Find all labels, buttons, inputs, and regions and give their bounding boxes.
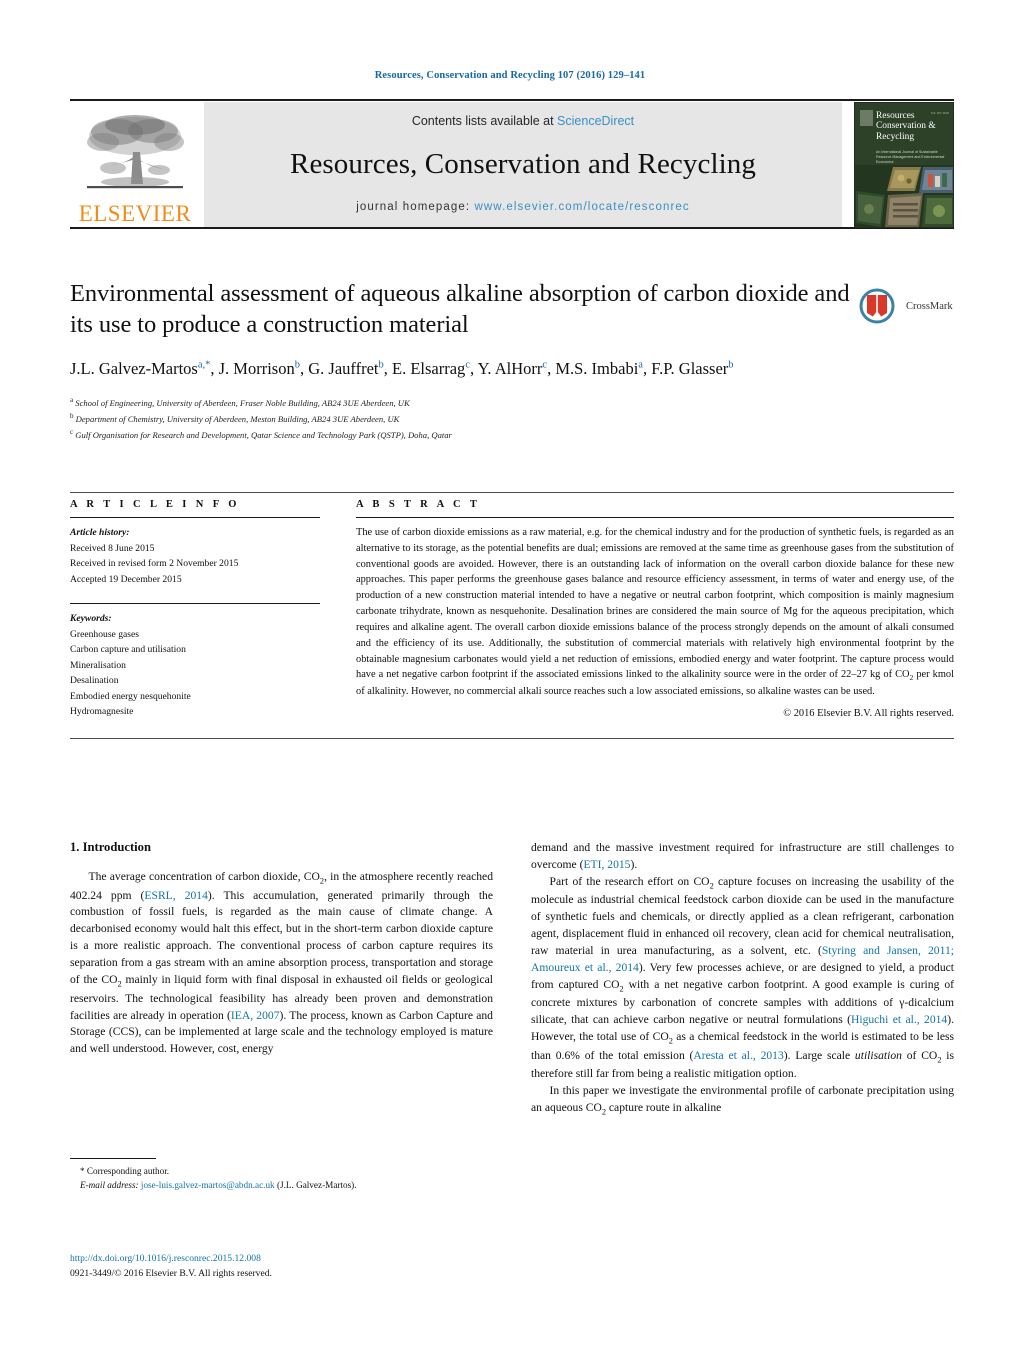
cover-art: Vol 107 2016 Resources Conservation & Re… <box>854 101 954 228</box>
journal-title: Resources, Conservation and Recycling <box>290 148 756 180</box>
doi-link[interactable]: http://dx.doi.org/10.1016/j.resconrec.20… <box>70 1253 261 1264</box>
history-item: Accepted 19 December 2015 <box>70 573 182 585</box>
body-columns: 1. Introduction The average concentratio… <box>70 840 954 1119</box>
cover-title-line-3: Recycling <box>876 131 915 142</box>
affiliation-marker: c <box>70 428 74 437</box>
cover-title: Resources Conservation & Recycling <box>876 111 950 143</box>
affiliation-list: a School of Engineering, University of A… <box>70 395 954 442</box>
running-head: Resources, Conservation and Recycling 10… <box>374 70 646 81</box>
homepage-url[interactable]: www.elsevier.com/locate/resconrec <box>475 201 690 213</box>
history-item: Received in revised form 2 November 2015 <box>70 558 239 570</box>
paper-page: Resources, Conservation and Recycling 10… <box>0 0 1020 1351</box>
keyword-item: Embodied energy nesquehonite <box>70 690 191 702</box>
paragraph: In this paper we investigate the environ… <box>531 1084 954 1117</box>
paragraph: The average concentration of carbon diox… <box>70 870 493 1056</box>
article-history-label: Article history: <box>70 527 130 538</box>
masthead-bottom-rule <box>70 227 954 229</box>
email-owner: (J.L. Galvez-Martos). <box>276 1179 357 1190</box>
page-title: Environmental assessment of aqueous alka… <box>70 280 850 339</box>
elsevier-logo: ELSEVIER <box>70 102 200 227</box>
affiliation-text: Gulf Organisation for Research and Devel… <box>75 429 452 440</box>
article-info-rule <box>70 517 320 518</box>
keywords-rule <box>70 603 320 605</box>
abstract-copyright: © 2016 Elsevier B.V. All rights reserved… <box>783 707 954 719</box>
doi-line: http://dx.doi.org/10.1016/j.resconrec.20… <box>70 1252 500 1267</box>
title-block: Environmental assessment of aqueous alka… <box>70 278 954 443</box>
sciencedirect-link[interactable]: ScienceDirect <box>557 114 634 128</box>
issn-copyright-line: 0921-3449/© 2016 Elsevier B.V. All right… <box>70 1267 272 1279</box>
author-email-link[interactable]: jose-luis.galvez-martos@abdn.ac.uk <box>141 1180 275 1190</box>
article-info-heading: A R T I C L E I N F O <box>70 499 240 510</box>
keyword-item: Mineralisation <box>70 659 126 671</box>
email-line: E-mail address: jose-luis.galvez-martos@… <box>70 1179 493 1193</box>
journal-cover-thumbnail: Vol 107 2016 Resources Conservation & Re… <box>846 101 954 228</box>
crossmark-icon <box>859 288 895 324</box>
abstract-column: A B S T R A C T The use of carbon dioxid… <box>356 493 954 720</box>
cover-title-line-2: Conservation & <box>876 121 936 132</box>
info-abstract-section: A R T I C L E I N F O Article history: R… <box>70 492 954 739</box>
corresponding-author-footnote: * Corresponding author. E-mail address: … <box>70 1158 493 1193</box>
affiliation-text: School of Engineering, University of Abe… <box>75 398 410 409</box>
contents-available-line: Contents lists available at ScienceDirec… <box>412 114 634 128</box>
affiliation-item: b Department of Chemistry, University of… <box>70 411 954 427</box>
paragraph: Part of the research effort on CO2 captu… <box>531 874 955 1081</box>
affiliation-marker: b <box>70 412 74 421</box>
keyword-item: Carbon capture and utilisation <box>70 644 186 656</box>
corresponding-author-note: * Corresponding author. <box>80 1166 170 1176</box>
masthead-top-rule <box>70 99 954 101</box>
cover-title-line-1: Resources <box>876 110 915 121</box>
section-heading-introduction: 1. Introduction <box>70 840 151 854</box>
masthead-center-panel: Contents lists available at ScienceDirec… <box>204 102 842 227</box>
keywords-label: Keywords: <box>70 613 112 625</box>
affiliation-text: Department of Chemistry, University of A… <box>75 414 400 425</box>
homepage-prefix: journal homepage: <box>356 201 475 213</box>
body-right-column: demand and the massive investment requir… <box>531 840 954 1119</box>
contents-prefix: Contents lists available at <box>411 114 558 128</box>
article-info-column: A R T I C L E I N F O Article history: R… <box>70 493 320 720</box>
paragraph: demand and the massive investment requir… <box>531 841 954 871</box>
info-bottom-rule <box>70 737 954 739</box>
elsevier-tree-icon <box>87 115 184 189</box>
affiliation-marker: a <box>70 396 74 405</box>
abstract-text: The use of carbon dioxide emissions as a… <box>356 527 954 697</box>
keyword-item: Greenhouse gases <box>70 628 139 640</box>
elsevier-wordmark: ELSEVIER <box>78 201 192 226</box>
crossmark-badge[interactable]: CrossMark <box>859 280 954 332</box>
keyword-item: Hydromagnesite <box>70 706 134 718</box>
body-left-column: 1. Introduction The average concentratio… <box>70 840 493 1119</box>
affiliation-item: a School of Engineering, University of A… <box>70 395 954 411</box>
cover-photo-collage-icon <box>855 164 953 227</box>
doi-block: http://dx.doi.org/10.1016/j.resconrec.20… <box>70 1252 500 1282</box>
email-label: E-mail address: <box>80 1179 139 1190</box>
abstract-heading: A B S T R A C T <box>356 499 481 510</box>
crossmark-label: CrossMark <box>906 300 953 312</box>
cover-subtitle: An International Journal of Sustainable … <box>876 149 945 164</box>
keyword-item: Desalination <box>70 675 119 687</box>
history-item: Received 8 June 2015 <box>70 542 155 554</box>
journal-homepage-line: journal homepage: www.elsevier.com/locat… <box>356 201 690 213</box>
footnote-rule <box>70 1158 156 1159</box>
cover-elsevier-mark <box>860 109 873 126</box>
abstract-rule <box>356 517 954 518</box>
author-list: J.L. Galvez-Martosa,*, J. Morrisonb, G. … <box>70 358 734 378</box>
affiliation-item: c Gulf Organisation for Research and Dev… <box>70 427 954 443</box>
journal-masthead: ELSEVIER Contents lists available at Sci… <box>70 99 954 229</box>
